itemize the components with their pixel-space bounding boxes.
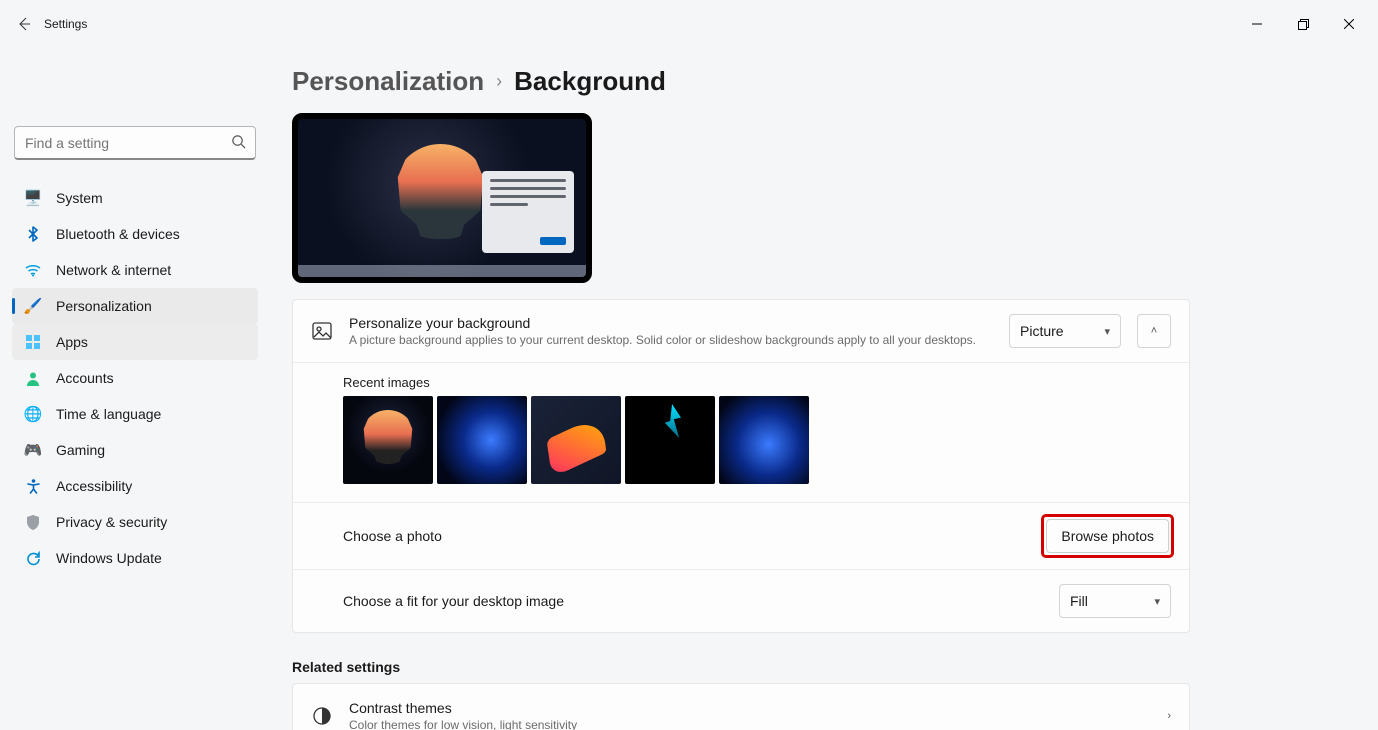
window-title: Settings — [44, 17, 87, 31]
wifi-icon — [24, 261, 42, 279]
collapse-button[interactable]: ˄ — [1137, 314, 1171, 348]
gamepad-icon: 🎮 — [24, 441, 42, 459]
globe-clock-icon: 🌐 — [24, 405, 42, 423]
contrast-title: Contrast themes — [349, 700, 1151, 716]
contrast-subtitle: Color themes for low vision, light sensi… — [349, 718, 1151, 730]
chevron-down-icon: ▾ — [1154, 595, 1160, 608]
desktop-preview — [292, 113, 592, 283]
sidebar-item-apps[interactable]: Apps — [12, 324, 258, 360]
window-controls — [1234, 8, 1372, 40]
preview-sample-window — [482, 171, 574, 253]
breadcrumb: Personalization › Background — [292, 66, 1350, 97]
sidebar-item-label: Network & internet — [56, 262, 171, 278]
close-button[interactable] — [1326, 8, 1372, 40]
browse-photos-highlight: Browse photos — [1044, 517, 1171, 555]
recent-image-thumb[interactable] — [625, 396, 715, 484]
bluetooth-icon — [24, 225, 42, 243]
maximize-icon — [1298, 19, 1309, 30]
sidebar-item-label: Gaming — [56, 442, 105, 458]
personalize-background-row[interactable]: Personalize your background A picture ba… — [293, 300, 1189, 363]
breadcrumb-current: Background — [514, 66, 666, 97]
maximize-button[interactable] — [1280, 8, 1326, 40]
sidebar-item-label: Personalization — [56, 298, 152, 314]
recent-image-thumb[interactable] — [437, 396, 527, 484]
titlebar: Settings — [0, 0, 1378, 48]
breadcrumb-parent[interactable]: Personalization — [292, 66, 484, 97]
browse-photos-label: Browse photos — [1061, 528, 1154, 544]
search-input[interactable] — [14, 126, 256, 160]
sidebar: 🖥️ System Bluetooth & devices Network & … — [0, 48, 270, 730]
sidebar-item-accounts[interactable]: Accounts — [12, 360, 258, 396]
contrast-themes-link[interactable]: Contrast themes Color themes for low vis… — [293, 684, 1189, 730]
personalize-subtitle: A picture background applies to your cur… — [349, 333, 993, 347]
sidebar-item-system[interactable]: 🖥️ System — [12, 180, 258, 216]
search-icon — [231, 134, 246, 154]
sidebar-item-label: Accounts — [56, 370, 114, 386]
system-icon: 🖥️ — [24, 189, 42, 207]
chevron-right-icon: › — [1167, 710, 1171, 722]
recent-images-section: Recent images — [293, 363, 1189, 503]
sidebar-item-label: Bluetooth & devices — [56, 226, 180, 242]
person-icon — [24, 369, 42, 387]
dropdown-value: Fill — [1070, 593, 1088, 609]
sidebar-item-personalization[interactable]: 🖌️ Personalization — [12, 288, 258, 324]
sidebar-item-bluetooth[interactable]: Bluetooth & devices — [12, 216, 258, 252]
content-area: Personalization › Background Personalize… — [270, 48, 1378, 730]
recent-image-thumb[interactable] — [719, 396, 809, 484]
back-button[interactable] — [6, 6, 42, 42]
sidebar-item-network[interactable]: Network & internet — [12, 252, 258, 288]
picture-icon — [311, 321, 333, 341]
minimize-icon — [1252, 19, 1262, 29]
apps-icon — [24, 333, 42, 351]
preview-taskbar — [298, 265, 586, 277]
recent-images-heading: Recent images — [343, 375, 1171, 390]
contrast-icon — [311, 706, 333, 726]
choose-photo-row: Choose a photo Browse photos — [293, 503, 1189, 570]
sidebar-item-label: Time & language — [56, 406, 161, 422]
chevron-up-icon: ˄ — [1151, 325, 1157, 337]
choose-fit-row: Choose a fit for your desktop image Fill… — [293, 570, 1189, 632]
shield-icon — [24, 513, 42, 531]
background-type-dropdown[interactable]: Picture ▾ — [1009, 314, 1121, 348]
sidebar-item-label: System — [56, 190, 103, 206]
sidebar-item-privacy[interactable]: Privacy & security — [12, 504, 258, 540]
browse-photos-button[interactable]: Browse photos — [1046, 519, 1169, 553]
personalize-title: Personalize your background — [349, 315, 993, 331]
recent-images-list — [343, 396, 1171, 484]
sidebar-item-accessibility[interactable]: Accessibility — [12, 468, 258, 504]
sidebar-item-label: Apps — [56, 334, 88, 350]
sidebar-item-label: Privacy & security — [56, 514, 167, 530]
chevron-down-icon: ▾ — [1104, 325, 1110, 338]
recent-image-thumb[interactable] — [531, 396, 621, 484]
sidebar-item-label: Accessibility — [56, 478, 132, 494]
paintbrush-icon: 🖌️ — [24, 297, 42, 315]
accessibility-icon — [24, 477, 42, 495]
chevron-right-icon: › — [496, 71, 502, 92]
close-icon — [1344, 19, 1354, 29]
fit-dropdown[interactable]: Fill ▾ — [1059, 584, 1171, 618]
recent-image-thumb[interactable] — [343, 396, 433, 484]
sidebar-item-time[interactable]: 🌐 Time & language — [12, 396, 258, 432]
minimize-button[interactable] — [1234, 8, 1280, 40]
update-icon — [24, 549, 42, 567]
sidebar-item-gaming[interactable]: 🎮 Gaming — [12, 432, 258, 468]
background-settings-card: Personalize your background A picture ba… — [292, 299, 1190, 633]
sidebar-item-label: Windows Update — [56, 550, 162, 566]
arrow-left-icon — [16, 16, 32, 32]
sidebar-item-update[interactable]: Windows Update — [12, 540, 258, 576]
choose-photo-label: Choose a photo — [343, 528, 1044, 544]
dropdown-value: Picture — [1020, 323, 1064, 339]
related-settings-card: Contrast themes Color themes for low vis… — [292, 683, 1190, 730]
related-settings-heading: Related settings — [292, 659, 1350, 675]
nav-list: 🖥️ System Bluetooth & devices Network & … — [8, 180, 262, 576]
choose-fit-label: Choose a fit for your desktop image — [343, 593, 1059, 609]
